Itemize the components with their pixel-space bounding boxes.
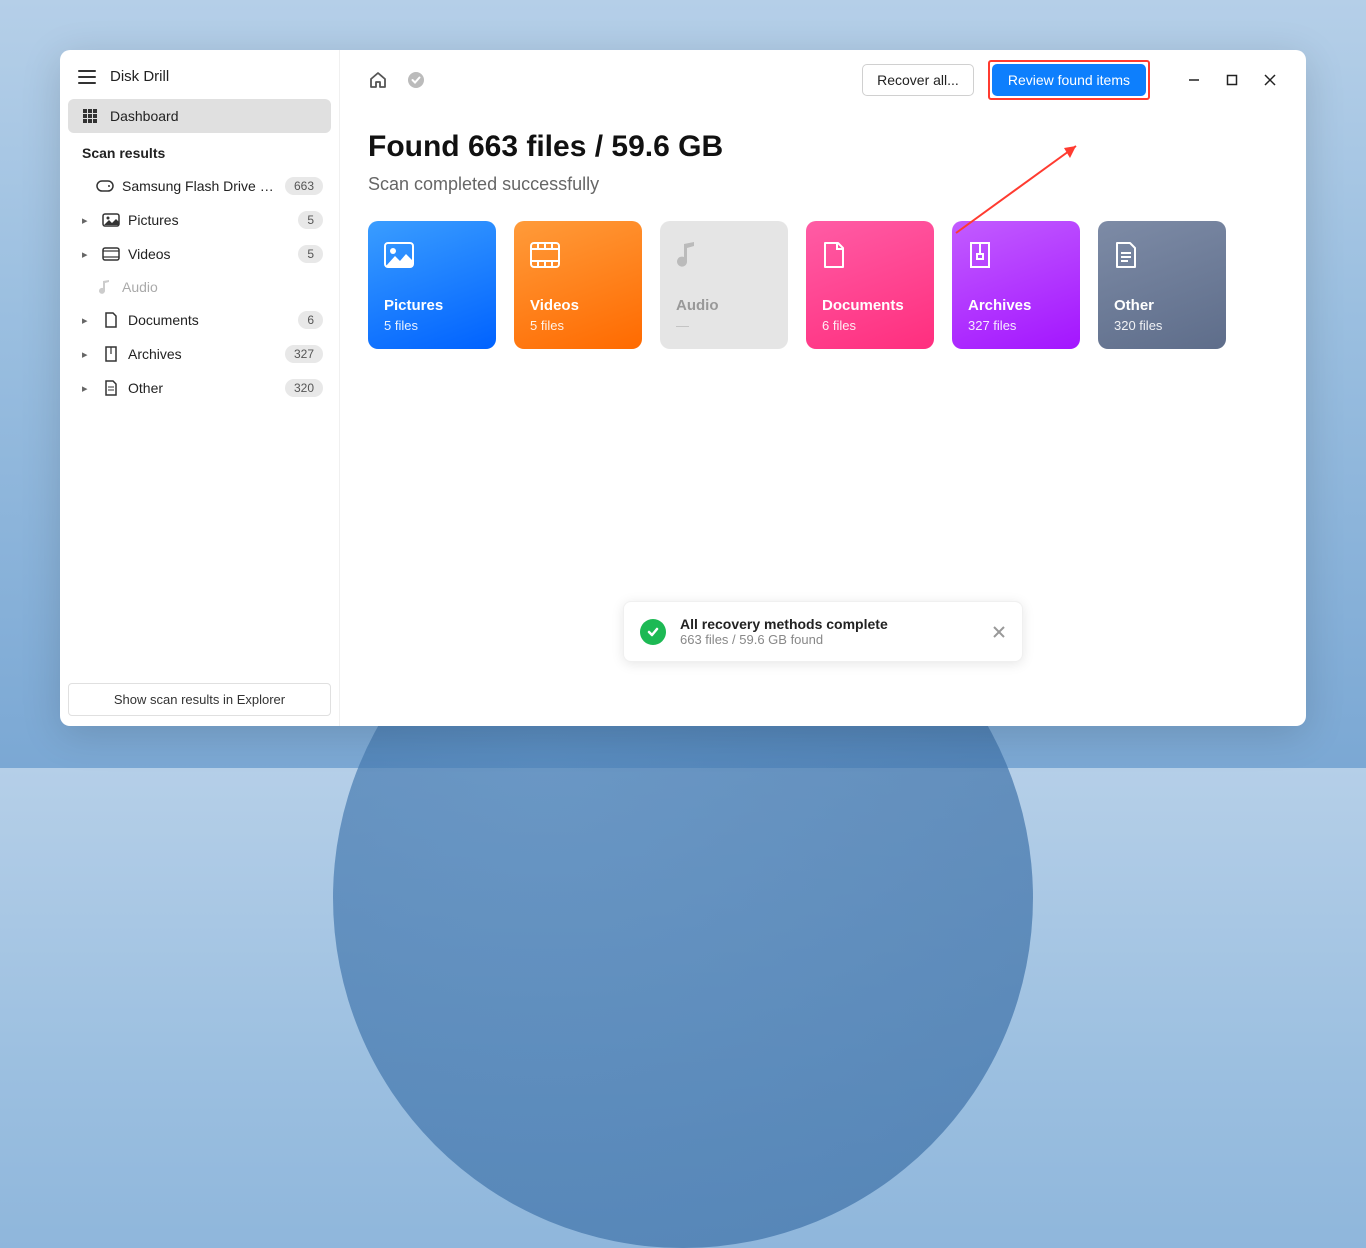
completion-toast: All recovery methods complete 663 files …: [623, 601, 1023, 662]
card-pictures[interactable]: Pictures 5 files: [368, 221, 496, 349]
sidebar-item-videos[interactable]: ▸ Videos 5: [68, 237, 331, 271]
drive-label: Samsung Flash Drive US...: [122, 178, 277, 194]
count-badge: 320: [285, 379, 323, 397]
card-subtitle: 327 files: [968, 318, 1064, 333]
documents-icon: [822, 237, 918, 273]
documents-icon: [102, 312, 120, 328]
close-icon[interactable]: [992, 625, 1006, 639]
card-title: Other: [1114, 297, 1210, 314]
sidebar-item-dashboard[interactable]: Dashboard: [68, 99, 331, 133]
toast-title: All recovery methods complete: [680, 616, 978, 632]
topbar: Recover all... Review found items: [368, 60, 1278, 100]
chevron-right-icon: ▸: [82, 248, 94, 261]
sidebar-drive[interactable]: Samsung Flash Drive US... 663: [68, 169, 331, 203]
review-found-items-button[interactable]: Review found items: [992, 64, 1146, 96]
chevron-right-icon: ▸: [82, 214, 94, 227]
sidebar-item-label: Documents: [128, 312, 290, 328]
count-badge: 6: [298, 311, 323, 329]
sidebar-item-other[interactable]: ▸ Other 320: [68, 371, 331, 405]
close-icon[interactable]: [1262, 72, 1278, 88]
archives-icon: [102, 346, 120, 362]
dashboard-icon: [82, 108, 98, 124]
sidebar-item-label: Videos: [128, 246, 290, 262]
card-subtitle: 5 files: [530, 318, 626, 333]
card-archives[interactable]: Archives 327 files: [952, 221, 1080, 349]
chevron-right-icon: ▸: [82, 348, 94, 361]
card-subtitle: 320 files: [1114, 318, 1210, 333]
other-icon: [102, 380, 120, 396]
show-in-explorer-button[interactable]: Show scan results in Explorer: [68, 683, 331, 716]
category-cards: Pictures 5 files Videos 5 files: [368, 221, 1278, 349]
sidebar-item-audio[interactable]: Audio: [68, 271, 331, 303]
card-title: Audio: [676, 297, 772, 314]
other-icon: [1114, 237, 1210, 273]
home-icon[interactable]: [368, 70, 388, 90]
maximize-icon[interactable]: [1224, 72, 1240, 88]
card-title: Archives: [968, 297, 1064, 314]
sidebar-item-documents[interactable]: ▸ Documents 6: [68, 303, 331, 337]
pictures-icon: [384, 237, 480, 273]
annotation-highlight: Review found items: [988, 60, 1150, 100]
menu-icon[interactable]: [78, 70, 96, 84]
archives-icon: [968, 237, 1064, 273]
card-documents[interactable]: Documents 6 files: [806, 221, 934, 349]
page-subtitle: Scan completed successfully: [368, 174, 1278, 195]
audio-icon: [96, 279, 114, 295]
drive-icon: [96, 180, 114, 192]
app-title: Disk Drill: [110, 68, 169, 85]
chevron-right-icon: ▸: [82, 314, 94, 327]
main-content: Recover all... Review found items Found …: [340, 50, 1306, 726]
sidebar-section-scan-results: Scan results: [68, 133, 331, 169]
sidebar: Disk Drill Dashboard Scan results Samsun…: [60, 50, 340, 726]
sidebar-item-label: Archives: [128, 346, 277, 362]
sidebar-item-label: Pictures: [128, 212, 290, 228]
count-badge: 327: [285, 345, 323, 363]
chevron-right-icon: ▸: [82, 382, 94, 395]
sidebar-item-label: Dashboard: [110, 108, 179, 124]
pictures-icon: [102, 213, 120, 227]
card-subtitle: —: [676, 318, 772, 333]
check-icon: [640, 619, 666, 645]
count-badge: 5: [298, 211, 323, 229]
card-title: Documents: [822, 297, 918, 314]
sidebar-item-pictures[interactable]: ▸ Pictures 5: [68, 203, 331, 237]
app-window: Disk Drill Dashboard Scan results Samsun…: [60, 50, 1306, 726]
videos-icon: [102, 247, 120, 261]
recover-all-button[interactable]: Recover all...: [862, 64, 974, 96]
card-title: Pictures: [384, 297, 480, 314]
sidebar-item-archives[interactable]: ▸ Archives 327: [68, 337, 331, 371]
card-subtitle: 5 files: [384, 318, 480, 333]
card-other[interactable]: Other 320 files: [1098, 221, 1226, 349]
card-title: Videos: [530, 297, 626, 314]
videos-icon: [530, 237, 626, 273]
sidebar-item-label: Other: [128, 380, 277, 396]
card-videos[interactable]: Videos 5 files: [514, 221, 642, 349]
toast-subtitle: 663 files / 59.6 GB found: [680, 632, 978, 647]
page-title: Found 663 files / 59.6 GB: [368, 130, 1278, 164]
drive-count: 663: [285, 177, 323, 195]
card-subtitle: 6 files: [822, 318, 918, 333]
sidebar-item-label: Audio: [122, 279, 323, 295]
count-badge: 5: [298, 245, 323, 263]
shield-check-icon[interactable]: [406, 70, 426, 90]
audio-icon: [676, 237, 772, 273]
card-audio: Audio —: [660, 221, 788, 349]
minimize-icon[interactable]: [1186, 72, 1202, 88]
